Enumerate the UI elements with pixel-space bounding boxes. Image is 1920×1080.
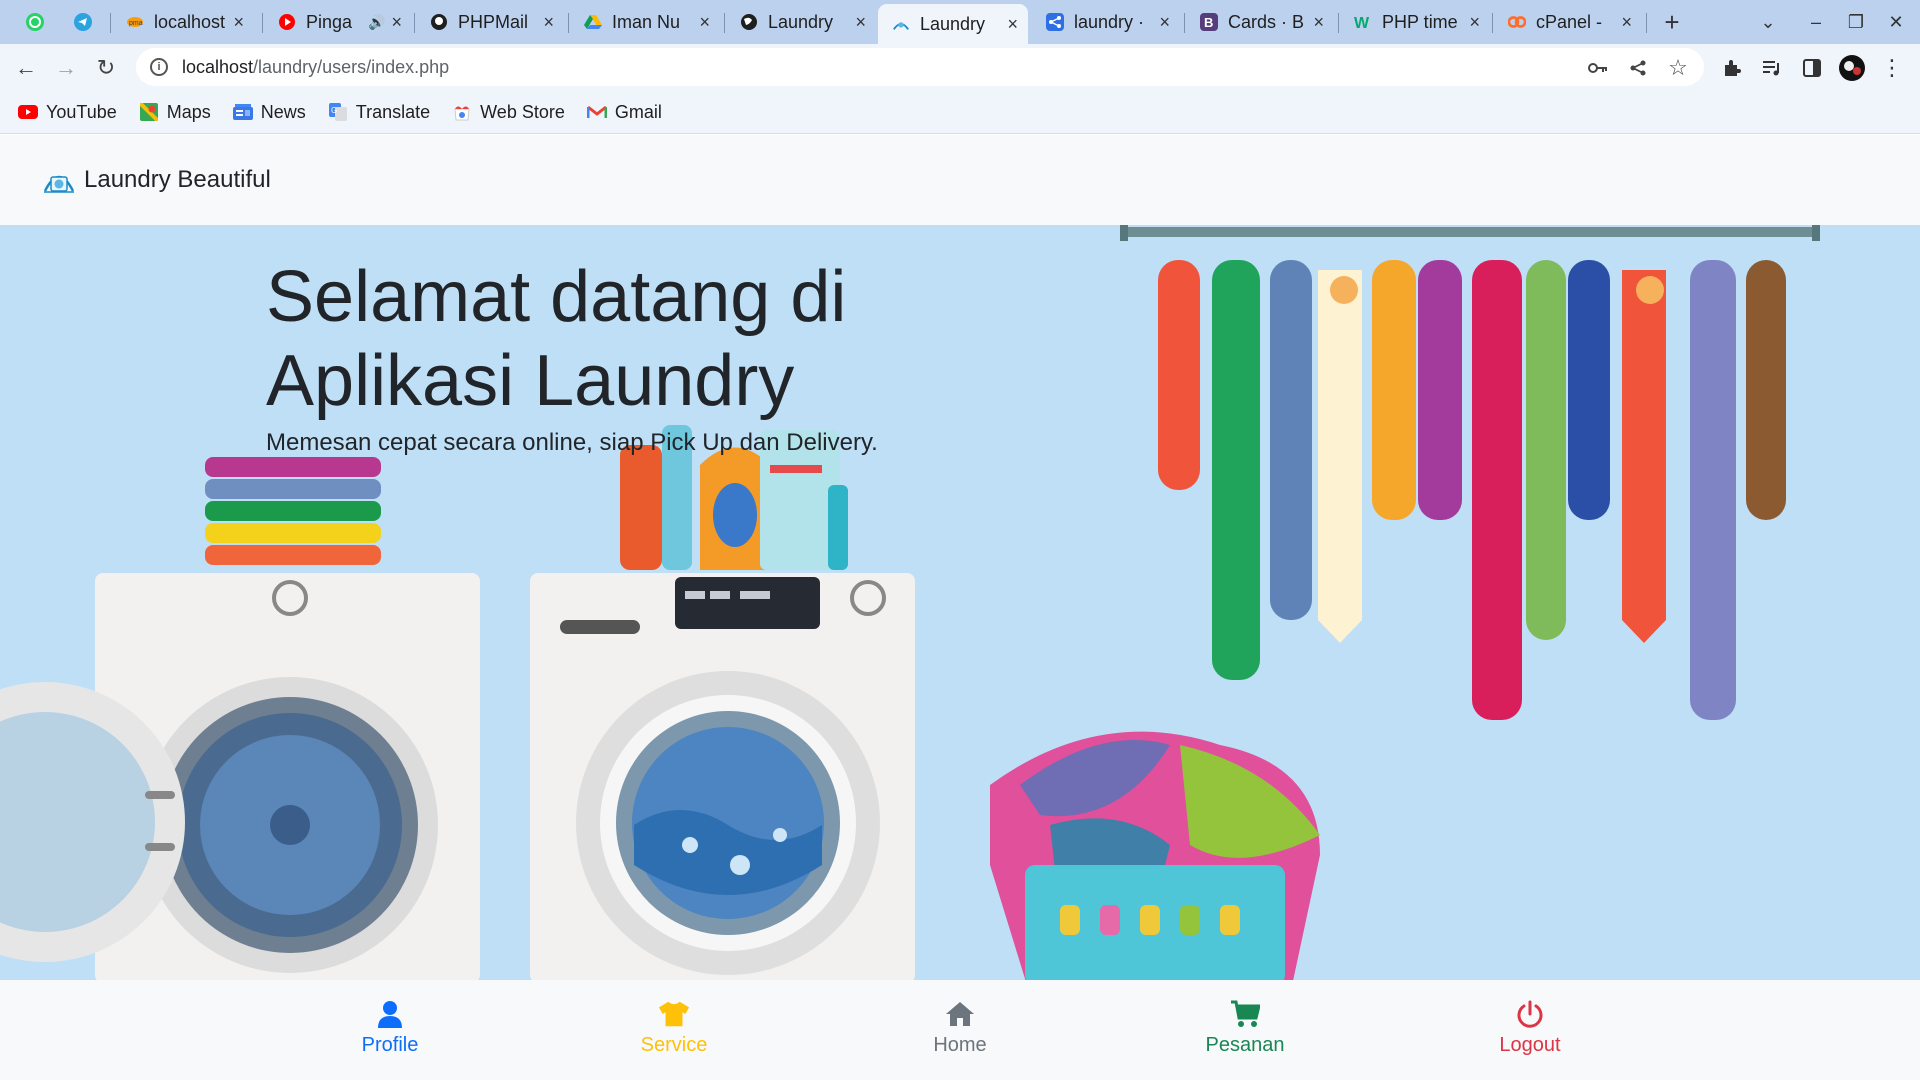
clothes-rack — [1120, 225, 1820, 720]
home-icon — [944, 998, 976, 1030]
github-icon — [430, 13, 448, 31]
restore-icon[interactable]: ❐ — [1840, 8, 1872, 36]
tab-pinga[interactable]: Pinga 🔊 × — [264, 6, 412, 38]
close-icon[interactable]: × — [543, 12, 554, 33]
tab-laundry-share[interactable]: laundry · × — [1032, 6, 1180, 38]
nav-home[interactable]: Home — [880, 998, 1040, 1057]
share-icon[interactable] — [1624, 54, 1652, 82]
hero-subtitle: Memesan cepat secara online, siap Pick U… — [266, 429, 878, 456]
new-tab-button[interactable]: + — [1656, 7, 1688, 37]
whatsapp-icon — [26, 13, 44, 31]
close-icon[interactable]: × — [391, 12, 402, 33]
w3schools-icon: W — [1354, 13, 1372, 31]
media-queue-icon[interactable] — [1756, 52, 1788, 84]
close-icon[interactable]: × — [1313, 12, 1324, 33]
svg-text:pma: pma — [129, 20, 143, 27]
minimize-icon[interactable]: – — [1800, 8, 1832, 36]
close-icon[interactable]: × — [233, 12, 244, 33]
tab-cpanel[interactable]: cPanel - × — [1494, 6, 1642, 38]
side-panel-icon[interactable] — [1796, 52, 1828, 84]
profile-avatar[interactable] — [1836, 52, 1868, 84]
globe-icon — [740, 13, 758, 31]
bottom-navigation: Profile Service Home Pesanan Logout — [0, 980, 1920, 1080]
site-info-icon[interactable]: i — [150, 58, 168, 76]
close-icon[interactable]: × — [855, 12, 866, 33]
hero-banner: Selamat datang di Aplikasi Laundry Memes… — [0, 225, 1920, 980]
nav-logout[interactable]: Logout — [1450, 998, 1610, 1057]
hanging-clothes — [1158, 260, 1786, 720]
back-arrow-icon[interactable]: ← — [10, 52, 42, 84]
youtube-icon — [18, 103, 38, 121]
cpanel-icon — [1508, 13, 1526, 31]
speaker-icon[interactable]: 🔊 — [368, 14, 385, 31]
close-icon[interactable]: × — [1469, 12, 1480, 33]
laundry-logo-icon[interactable] — [42, 165, 76, 195]
webstore-icon — [452, 103, 472, 121]
bookmark-news[interactable]: News — [232, 102, 306, 123]
shirt-icon — [658, 998, 690, 1030]
bootstrap-icon: B — [1200, 13, 1218, 31]
hero-title: Selamat datang di Aplikasi Laundry — [266, 257, 847, 421]
close-icon[interactable]: × — [699, 12, 710, 33]
hero-text: Selamat datang di Aplikasi Laundry Memes… — [266, 255, 1166, 457]
news-icon — [232, 103, 253, 121]
address-bar[interactable]: i localhost/laundry/users/index.php ☆ — [136, 48, 1704, 86]
translate-icon: G — [328, 103, 348, 121]
svg-text:W: W — [1354, 15, 1370, 31]
telegram-icon — [74, 13, 92, 31]
bookmarks-bar: YouTube Maps News G Translate Web Store … — [0, 91, 1920, 134]
tab-phpmailer[interactable]: PHPMail × — [416, 6, 564, 38]
close-icon[interactable]: × — [1007, 14, 1018, 35]
phpmyadmin-icon: pma — [126, 13, 144, 31]
close-icon[interactable]: × — [1621, 12, 1632, 33]
maps-icon — [139, 103, 159, 121]
close-icon[interactable]: × — [1159, 12, 1170, 33]
gmail-icon — [586, 103, 607, 121]
bookmark-star-icon[interactable]: ☆ — [1664, 54, 1692, 82]
svg-text:G: G — [331, 106, 337, 115]
tab-localhost[interactable]: pma localhost × — [112, 6, 254, 38]
user-icon — [374, 998, 406, 1030]
extensions-icon[interactable] — [1716, 52, 1748, 84]
laundry-logo-icon — [892, 15, 910, 33]
browser-toolbar: ← → ↻ i localhost/laundry/users/index.ph… — [0, 44, 1920, 91]
menu-kebab-icon[interactable]: ⋮ — [1876, 52, 1908, 84]
laundry-basket — [990, 731, 1320, 980]
forward-arrow-icon[interactable]: → — [50, 52, 82, 84]
power-icon — [1514, 998, 1546, 1030]
brand-name[interactable]: Laundry Beautiful — [84, 166, 271, 194]
youtube-icon — [278, 13, 296, 31]
svg-text:B: B — [1204, 15, 1213, 30]
washing-machine-left — [0, 573, 480, 980]
share-icon — [1046, 13, 1064, 31]
bookmark-maps[interactable]: Maps — [139, 102, 211, 123]
site-navbar: Laundry Beautiful — [0, 135, 1920, 225]
folded-towels — [205, 457, 381, 565]
nav-profile[interactable]: Profile — [310, 998, 470, 1057]
address-url[interactable]: localhost/laundry/users/index.php — [182, 57, 449, 78]
cart-icon — [1229, 998, 1261, 1030]
whatsapp-pinned-tab[interactable] — [20, 8, 50, 36]
key-icon[interactable] — [1584, 54, 1612, 82]
browser-tab-strip: pma localhost × Pinga 🔊 × PHPMail × Iman… — [0, 0, 1920, 44]
tab-iman-nu[interactable]: Iman Nu × — [570, 6, 720, 38]
bookmark-translate[interactable]: G Translate — [328, 102, 430, 123]
tab-cards-bootstrap[interactable]: B Cards · B × — [1186, 6, 1334, 38]
window-close-icon[interactable]: ✕ — [1880, 8, 1912, 36]
bookmark-web-store[interactable]: Web Store — [452, 102, 565, 123]
drive-icon — [584, 13, 602, 31]
bookmark-youtube[interactable]: YouTube — [18, 102, 117, 123]
bookmark-gmail[interactable]: Gmail — [586, 102, 662, 123]
tab-php-time[interactable]: W PHP time × — [1340, 6, 1490, 38]
tab-laundry-1[interactable]: Laundry × — [726, 6, 876, 38]
nav-pesanan[interactable]: Pesanan — [1165, 998, 1325, 1057]
nav-service[interactable]: Service — [594, 998, 754, 1057]
tab-search-icon[interactable]: ⌄ — [1752, 8, 1784, 36]
tab-laundry-active[interactable]: Laundry × — [878, 4, 1028, 44]
washing-machine-right — [530, 573, 915, 980]
reload-icon[interactable]: ↻ — [90, 52, 122, 84]
telegram-pinned-tab[interactable] — [68, 8, 98, 36]
